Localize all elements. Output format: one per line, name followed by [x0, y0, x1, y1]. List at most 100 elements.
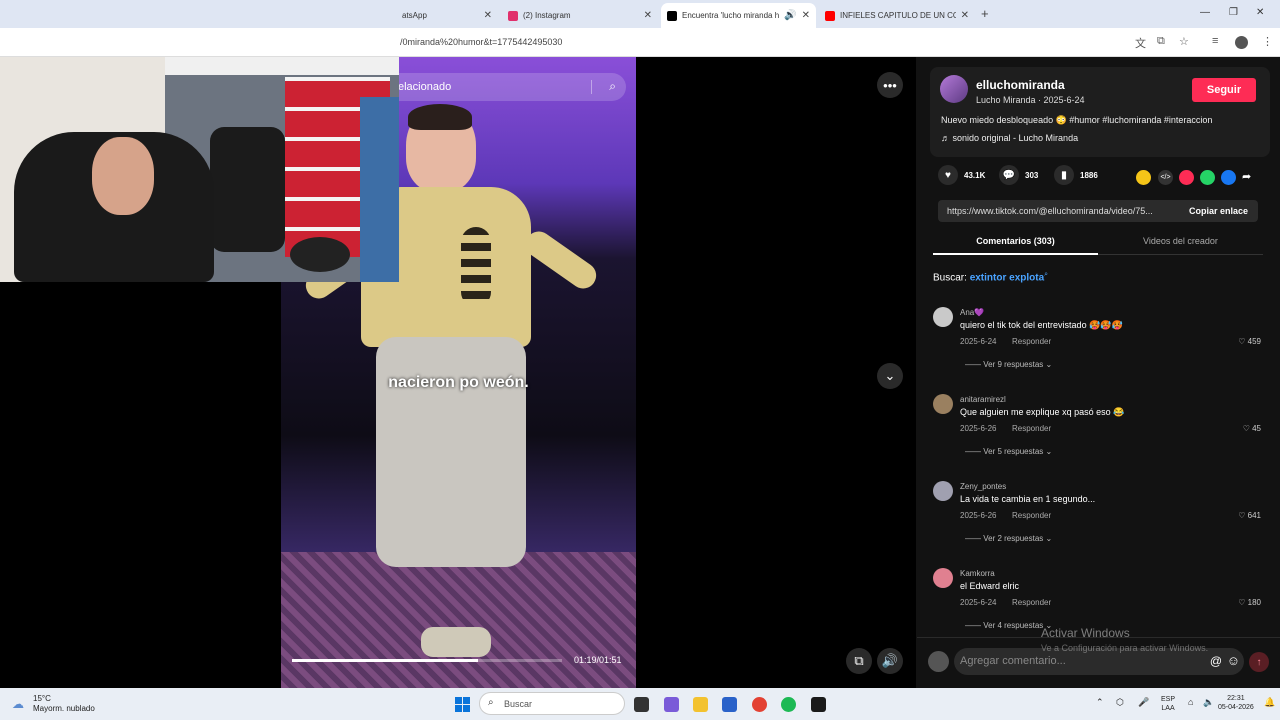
volume-icon[interactable]: 🔈: [1203, 697, 1214, 708]
bookmark-star-icon[interactable]: ☆: [1179, 35, 1189, 48]
tray-app-icon[interactable]: ⬡: [1116, 697, 1124, 708]
system-clock[interactable]: 22:31 05-04-2026: [1218, 694, 1254, 712]
comment-like-button[interactable]: ♡ 641: [1238, 511, 1261, 520]
tiktok-icon: [667, 10, 677, 21]
comment-avatar[interactable]: [933, 394, 953, 414]
view-replies-label: Ver 5 respuestas: [983, 447, 1044, 456]
restore-button[interactable]: ❐: [1229, 7, 1238, 18]
tab-comments[interactable]: Comentarios (303): [933, 236, 1098, 246]
close-icon[interactable]: ✕: [961, 10, 969, 21]
app-icon[interactable]: [811, 697, 826, 712]
microphone-icon[interactable]: 🎤: [1138, 697, 1149, 708]
taskbar-search[interactable]: ⌕ Buscar: [479, 692, 625, 715]
minimize-button[interactable]: —: [1200, 7, 1210, 18]
task-view-icon[interactable]: [634, 697, 649, 712]
translate-icon[interactable]: 文: [1135, 35, 1146, 51]
follow-button[interactable]: Seguir: [1192, 78, 1256, 102]
file-explorer-icon[interactable]: [693, 697, 708, 712]
tab-youtube[interactable]: INFIELES CAPITULO DE UN COI ✕: [819, 3, 975, 28]
close-window-button[interactable]: ✕: [1256, 7, 1264, 18]
floating-player-icon: ⧉: [854, 653, 864, 668]
spotify-icon[interactable]: [781, 697, 796, 712]
cast-icon[interactable]: ⧉: [1157, 35, 1165, 48]
reading-list-icon[interactable]: ≡: [1212, 35, 1218, 47]
view-replies-label: Ver 2 respuestas: [983, 534, 1044, 543]
instagram-icon: [508, 10, 518, 21]
like-button[interactable]: ♥ 43.1K: [938, 165, 985, 185]
view-replies-button[interactable]: —— Ver 4 respuestas ⌄: [965, 621, 1052, 630]
video-column: elacionado ⌕ nacieron po weón. 01:19/01:…: [0, 57, 916, 688]
tab-creator-videos[interactable]: Videos del creador: [1098, 236, 1263, 246]
chrome-icon[interactable]: [752, 697, 767, 712]
facebook-icon[interactable]: [1221, 170, 1236, 185]
chevron-down-icon: ⌄: [1045, 360, 1053, 369]
view-replies-button[interactable]: —— Ver 9 respuestas ⌄: [965, 360, 1052, 369]
creator-username[interactable]: elluchomiranda: [976, 78, 1065, 92]
comment-like-button[interactable]: ♡ 45: [1243, 424, 1261, 433]
store-icon[interactable]: [722, 697, 737, 712]
reply-button[interactable]: Responder: [1012, 424, 1051, 433]
floating-player-button[interactable]: ⧉: [846, 648, 872, 674]
cloud-icon: ☁: [12, 697, 24, 711]
save-button[interactable]: ▮ 1886: [1054, 165, 1098, 185]
search-keyword[interactable]: extintor explota: [970, 272, 1044, 283]
post-panel: elluchomiranda Lucho Miranda · 2025-6-24…: [917, 57, 1280, 688]
profile-icon[interactable]: [1235, 36, 1248, 49]
tray-chevron-icon[interactable]: ⌃: [1096, 697, 1104, 708]
tab-instagram[interactable]: (2) Instagram ✕: [502, 3, 658, 28]
search-prefix: Buscar:: [933, 272, 967, 284]
volume-button[interactable]: 🔊: [877, 648, 903, 674]
close-icon[interactable]: ✕: [802, 10, 810, 21]
language-indicator[interactable]: ESP LAA: [1161, 695, 1175, 713]
reply-button[interactable]: Responder: [1012, 598, 1051, 607]
next-video-button[interactable]: ⌄: [877, 363, 903, 389]
address-bar[interactable]: /0miranda%20humor&t=1775442495030: [0, 28, 1280, 57]
speaker-icon[interactable]: 🔊: [784, 10, 796, 21]
url-text[interactable]: /0miranda%20humor&t=1775442495030: [400, 37, 562, 47]
tab-whatsapp[interactable]: atsApp ✕: [396, 3, 498, 28]
comment-username[interactable]: Ana💜: [960, 308, 984, 317]
copilot-icon[interactable]: [664, 697, 679, 712]
reply-button[interactable]: Responder: [1012, 511, 1051, 520]
more-options-button[interactable]: •••: [877, 72, 903, 98]
whatsapp-icon[interactable]: [1200, 170, 1215, 185]
comment-button[interactable]: 💬 303: [999, 165, 1038, 185]
chevron-down-icon: ⌄: [884, 368, 896, 383]
video-progress-bar[interactable]: [292, 659, 562, 662]
start-button[interactable]: [455, 697, 470, 712]
emoji-icon[interactable]: ☺: [1227, 653, 1240, 668]
close-icon[interactable]: ✕: [484, 10, 492, 21]
copy-link-button[interactable]: Copiar enlace: [1189, 206, 1248, 216]
notification-icon[interactable]: 🔔: [1264, 697, 1275, 708]
share-friends-icon[interactable]: [1136, 170, 1151, 185]
comment-username[interactable]: Kamkorra: [960, 569, 995, 578]
embed-icon[interactable]: </>: [1158, 170, 1173, 185]
comment-search-suggestion[interactable]: Buscar: extintor explota⌕: [933, 271, 1048, 283]
new-tab-button[interactable]: +: [981, 6, 989, 21]
view-replies-button[interactable]: —— Ver 5 respuestas ⌄: [965, 447, 1052, 456]
post-link[interactable]: https://www.tiktok.com/@elluchomiranda/v…: [947, 206, 1177, 216]
share-arrow-icon[interactable]: ➦: [1242, 170, 1257, 185]
like-count: 43.1K: [964, 170, 986, 180]
close-icon[interactable]: ✕: [644, 10, 652, 21]
send-icon[interactable]: [1179, 170, 1194, 185]
network-icon[interactable]: ⌂: [1188, 697, 1193, 707]
view-replies-button[interactable]: —— Ver 2 respuestas ⌄: [965, 534, 1052, 543]
search-icon[interactable]: ⌕: [609, 79, 616, 94]
comment-avatar[interactable]: [933, 568, 953, 588]
reply-button[interactable]: Responder: [1012, 337, 1051, 346]
comment-avatar[interactable]: [933, 307, 953, 327]
menu-icon[interactable]: ⋮: [1262, 35, 1273, 48]
video-search-bar[interactable]: elacionado ⌕: [383, 73, 626, 101]
creator-avatar[interactable]: [940, 75, 968, 103]
comment-like-button[interactable]: ♡ 180: [1238, 598, 1261, 607]
tab-tiktok[interactable]: Encuentra 'lucho miranda h 🔊 ✕: [661, 3, 816, 28]
comment-username[interactable]: Zeny_pontes: [960, 482, 1006, 491]
post-comment-button[interactable]: ↑: [1249, 652, 1269, 672]
mention-icon[interactable]: @: [1210, 654, 1222, 668]
clock-date: 05-04-2026: [1218, 704, 1254, 711]
comment-avatar[interactable]: [933, 481, 953, 501]
comment-username[interactable]: anitaramirezl: [960, 395, 1006, 404]
comment-like-button[interactable]: ♡ 459: [1238, 337, 1261, 346]
post-sound[interactable]: ♬ sonido original - Lucho Miranda: [941, 133, 1078, 143]
